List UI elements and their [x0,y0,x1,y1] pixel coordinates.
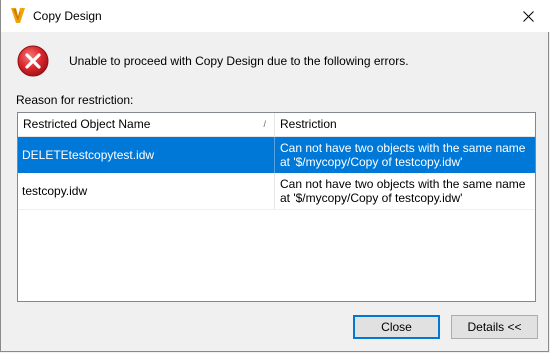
restriction-line: Can not have two objects with the same n… [280,141,526,155]
column-header-restriction[interactable]: Restriction [275,113,535,136]
column-label: Restricted Object Name [23,117,151,131]
object-name-cell: DELETEtestcopytest.idw [18,137,275,173]
error-message: Unable to proceed with Copy Design due t… [69,54,409,68]
title-bar: Copy Design [1,0,550,32]
column-header-object-name[interactable]: Restricted Object Name / [18,113,275,136]
restriction-line: at '$/mycopy/Copy of testcopy.idw' [280,155,463,169]
reason-label: Reason for restriction: [16,93,134,107]
column-label: Restriction [280,117,337,131]
object-name-cell: testcopy.idw [18,173,275,209]
table-row[interactable]: testcopy.idw Can not have two objects wi… [18,173,535,210]
restriction-line: Can not have two objects with the same n… [280,177,526,191]
close-button[interactable]: Close [353,315,440,339]
window-title: Copy Design [33,9,102,23]
table-header: Restricted Object Name / Restriction [18,113,535,137]
vault-app-icon [11,8,25,23]
close-icon[interactable] [506,0,550,32]
restrictions-table[interactable]: Restricted Object Name / Restriction DEL… [17,112,536,302]
copy-design-dialog: Copy Design Unable to proceed with Copy … [0,0,550,352]
restriction-cell: Can not have two objects with the same n… [275,137,535,173]
restriction-line: at '$/mycopy/Copy of testcopy.idw' [280,191,463,205]
sort-indicator-icon: / [263,119,266,129]
details-toggle-button[interactable]: Details << [451,315,538,339]
table-row[interactable]: DELETEtestcopytest.idw Can not have two … [18,137,535,173]
restriction-cell: Can not have two objects with the same n… [275,173,535,209]
error-icon [17,45,49,77]
